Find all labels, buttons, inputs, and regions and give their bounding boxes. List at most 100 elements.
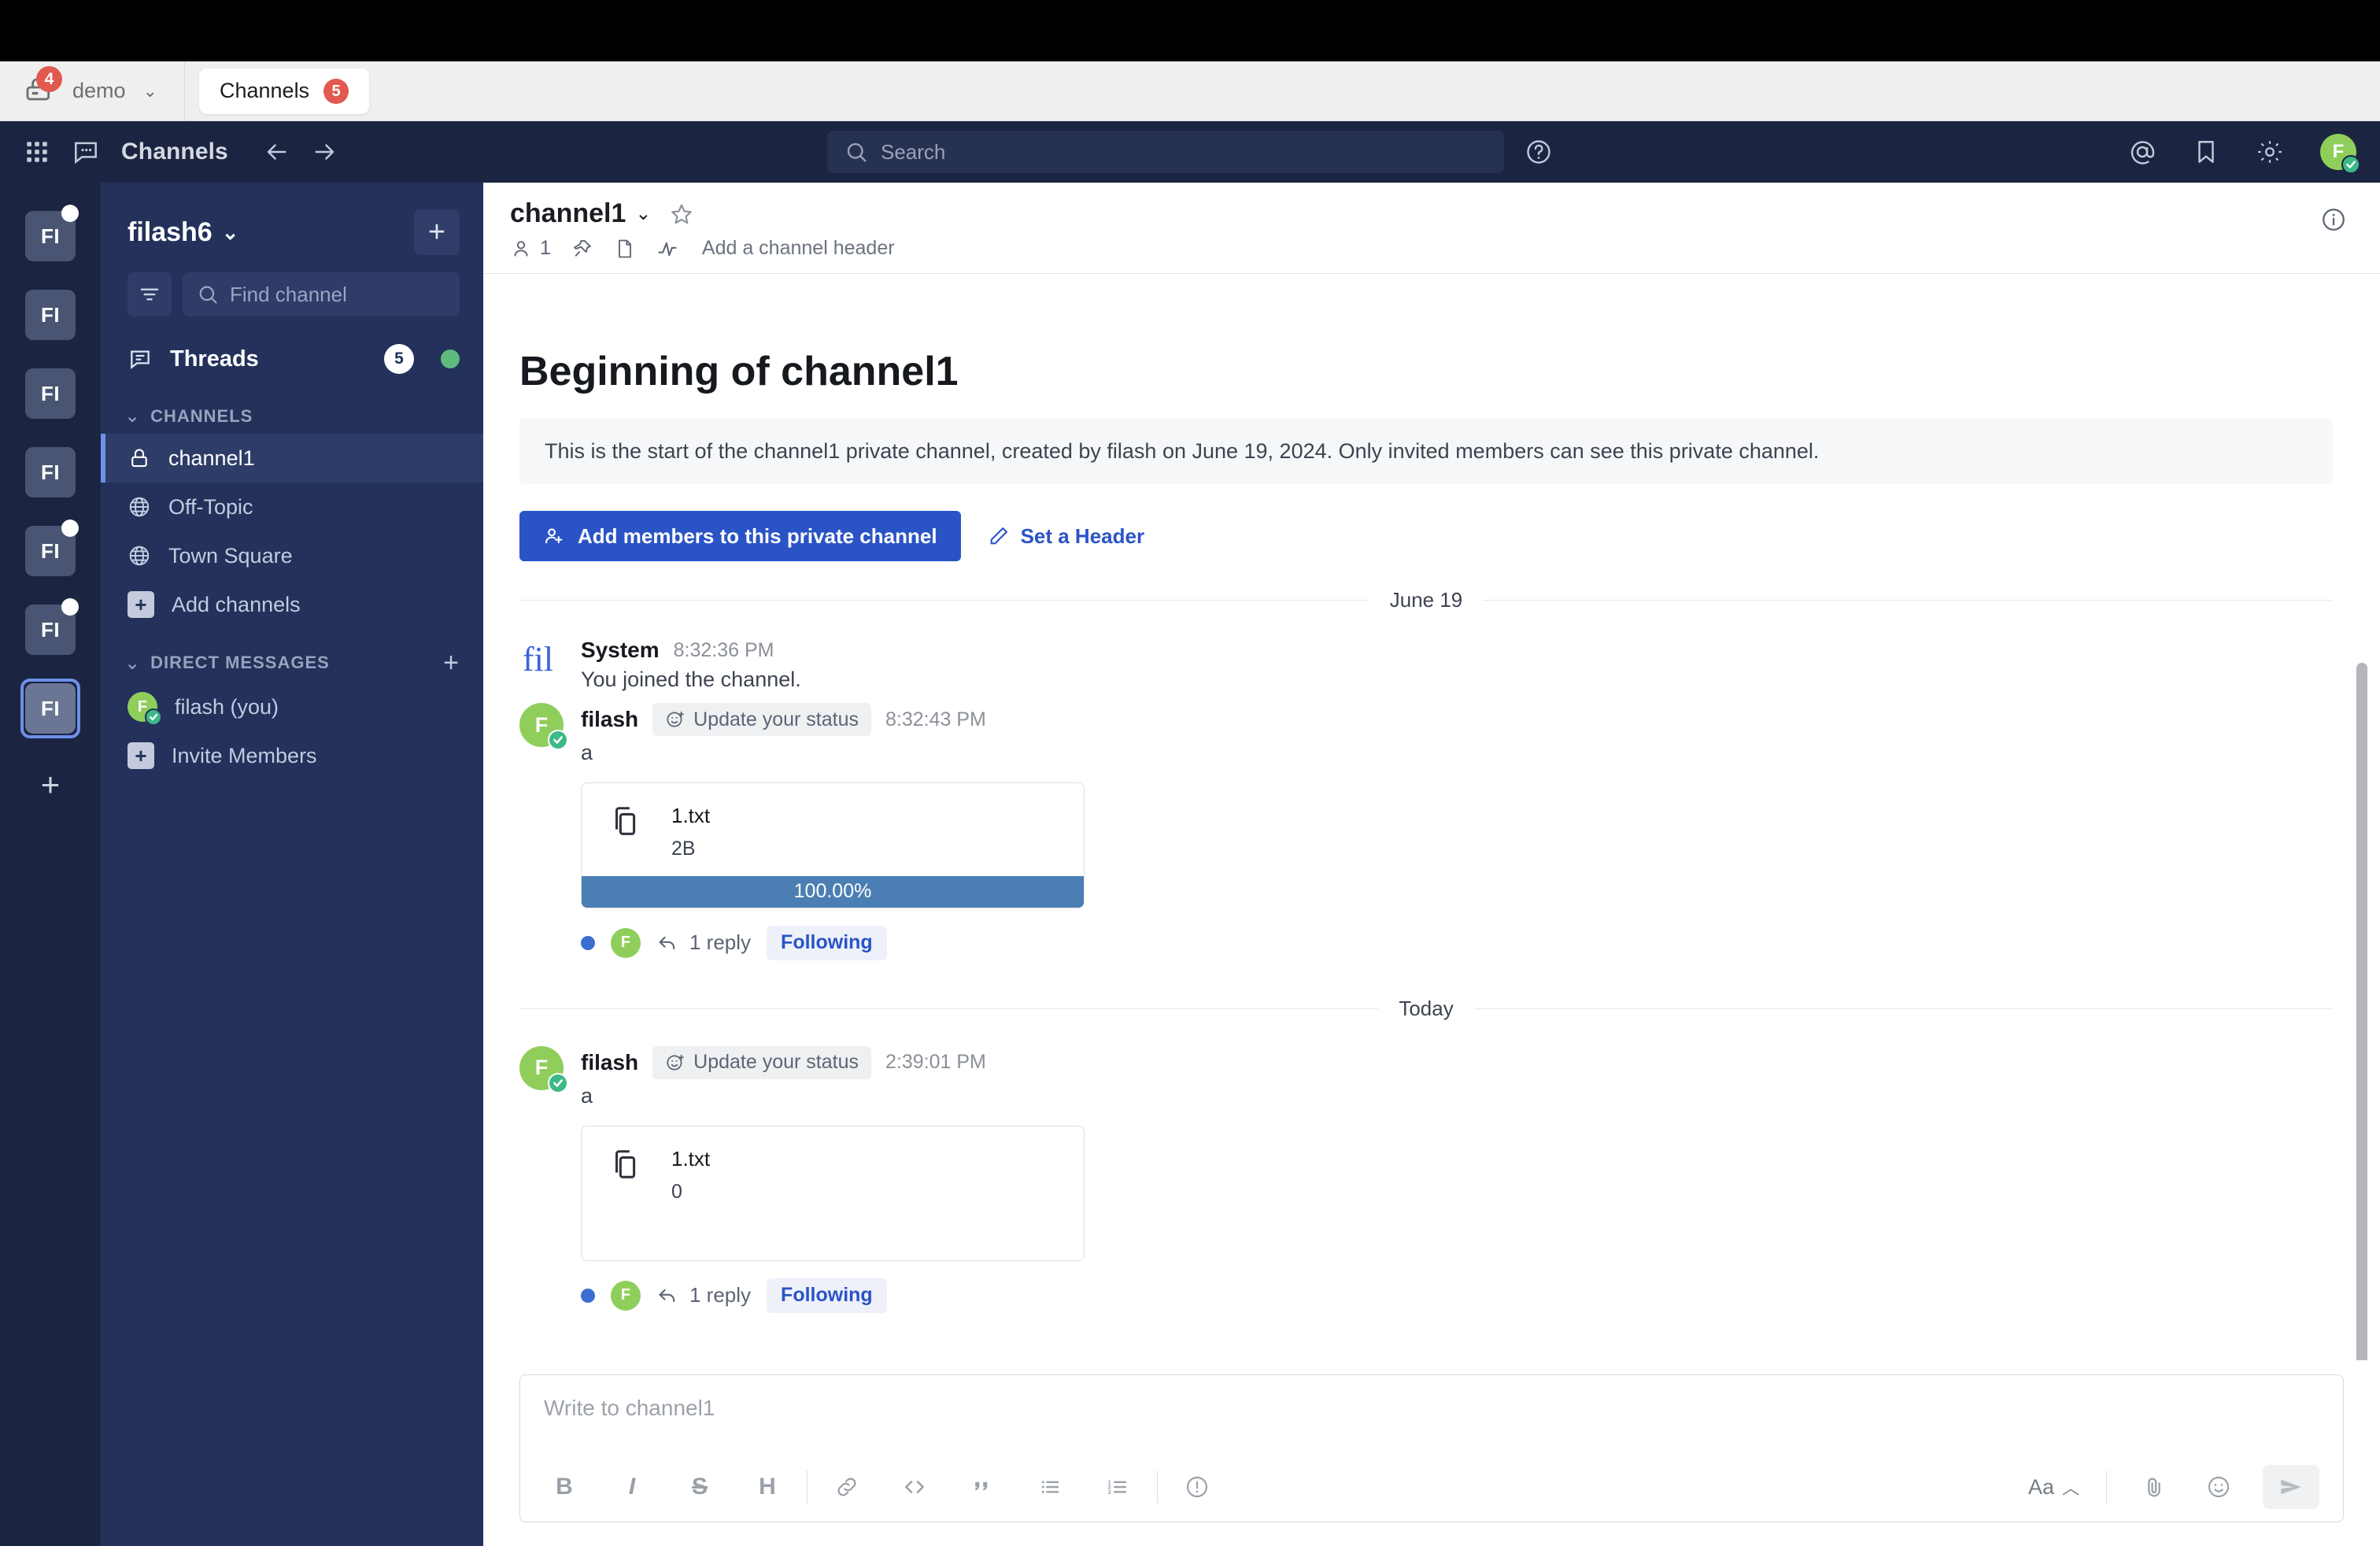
message-composer[interactable]: Write to channel1 B I S H 1 2 3 Aa ︿ [519,1374,2344,1522]
sidebar-item-add-channels[interactable]: + Add channels [101,580,483,629]
search-placeholder: Search [881,139,946,164]
status-badge [548,730,568,750]
pin-icon[interactable] [571,238,593,260]
apps-grid-icon[interactable] [24,139,50,165]
post-timestamp: 2:39:01 PM [885,1051,986,1073]
sidebar-item-channel1[interactable]: channel1 [101,434,483,483]
files-icon[interactable] [614,238,636,260]
team-initials: FI [25,368,76,419]
chevron-up-icon: ︿ [2061,1478,2079,1498]
channel-main: channel1 ⌄ 1 Add a channel header Beginn… [483,183,2380,1546]
reply-arrow-icon [656,932,678,954]
svg-text:fil: fil [523,640,553,679]
browse-or-create-channel-button[interactable]: + [414,209,460,255]
channel-info-icon[interactable] [2320,206,2347,233]
scrollbar-thumb[interactable] [2356,663,2367,1360]
formatting-toggle-button[interactable]: Aa ︿ [2028,1474,2079,1500]
heading-button[interactable]: H [747,1466,788,1507]
team-button[interactable]: FI [20,364,80,423]
add-channel-header-button[interactable]: Add a channel header [702,237,895,260]
sidebar-section-channels[interactable]: ⌄ CHANNELS [101,384,483,434]
ordered-list-icon[interactable]: 123 [1097,1466,1138,1507]
tab-channels[interactable]: Channels 5 [198,68,370,114]
emoji-plus-icon [665,1052,686,1073]
find-channel-input[interactable]: Find channel [183,272,460,316]
bold-button[interactable]: B [544,1466,585,1507]
team-unread-dot [61,520,79,537]
bookmark-icon[interactable] [2193,139,2219,165]
help-circle-icon[interactable] [1524,138,1553,166]
file-icon [608,1147,645,1183]
file-attachment-card[interactable]: 1.txt 2B 100.00% [581,782,1085,908]
post: F filash [519,695,2333,963]
team-button-selected[interactable]: FI [20,679,80,738]
file-name: 1.txt [671,804,711,827]
avatar[interactable]: F [519,703,568,750]
sidebar-item-invite-members[interactable]: + Invite Members [101,731,483,780]
channel-title[interactable]: channel1 ⌄ [510,198,652,229]
post-author[interactable]: filash [581,707,638,732]
update-status-button[interactable]: Update your status [652,703,871,736]
search-input[interactable]: Search [827,131,1504,173]
thread-summary[interactable]: F 1 reply Following [581,925,2333,960]
update-status-button[interactable]: Update your status [652,1045,871,1079]
channel-members-button[interactable]: 1 [510,237,551,260]
strikethrough-button[interactable]: S [679,1466,720,1507]
add-user-icon [543,525,565,547]
following-badge[interactable]: Following [767,925,887,960]
following-badge[interactable]: Following [767,1278,887,1313]
date-divider: June 19 [519,588,2333,612]
sidebar-item-label: Town Square [168,543,293,568]
add-direct-message-button[interactable]: + [443,649,460,676]
post-text: You joined the channel. [581,668,2333,692]
back-arrow-icon[interactable] [263,139,290,165]
paperclip-icon[interactable] [2134,1466,2175,1507]
sidebar-section-direct-messages[interactable]: ⌄ DIRECT MESSAGES + [101,629,483,682]
server-selector[interactable]: 4 demo ⌄ [0,61,185,121]
sidebar-team-header[interactable]: filash6 ⌄ [128,217,239,248]
gear-icon[interactable] [2256,138,2284,166]
favorite-star-icon[interactable] [669,202,694,227]
sidebar-item-dm-filash[interactable]: F filash (you) [101,682,483,731]
sidebar-item-town-square[interactable]: Town Square [101,531,483,580]
team-button[interactable]: FI [20,442,80,502]
link-icon[interactable] [826,1466,867,1507]
thread-reply-count[interactable]: 1 reply [656,1283,751,1307]
sidebar-item-threads[interactable]: Threads 5 [101,334,483,384]
add-team-button[interactable]: + [41,768,61,801]
avatar[interactable]: F [2320,134,2360,174]
status-badge [2341,155,2360,174]
chevron-down-icon: ⌄ [635,203,652,224]
bullet-list-icon[interactable] [1029,1466,1070,1507]
team-button[interactable]: FI [20,598,80,660]
message-scrollbar[interactable] [2356,524,2367,1360]
code-icon[interactable] [894,1466,935,1507]
channel-name: channel1 [510,198,626,228]
forward-arrow-icon[interactable] [312,139,338,165]
italic-button[interactable]: I [612,1466,652,1507]
plus-square-icon: + [128,742,154,769]
server-unread-badge: 4 [36,65,62,92]
thread-summary[interactable]: F 1 reply Following [581,1278,2333,1313]
avatar[interactable]: F [519,1045,568,1093]
team-button[interactable]: FI [20,520,80,581]
thread-reply-count[interactable]: 1 reply [656,930,751,955]
at-mention-icon[interactable] [2128,138,2156,166]
sidebar-item-off-topic[interactable]: Off-Topic [101,483,483,531]
team-button[interactable]: FI [20,285,80,345]
channel-insights-icon[interactable] [656,238,678,260]
info-circle-icon[interactable] [1177,1466,1218,1507]
file-attachment-card[interactable]: 1.txt 0 [581,1125,1085,1261]
team-button[interactable]: FI [20,205,80,266]
message-input[interactable]: Write to channel1 [544,1396,2319,1465]
set-header-button[interactable]: Set a Header [988,524,1144,549]
emoji-icon[interactable] [2198,1466,2239,1507]
filter-icon[interactable] [128,272,172,316]
threads-icon [128,346,153,372]
team-initials: FI [25,683,76,734]
send-button[interactable] [2263,1465,2319,1509]
add-members-button[interactable]: Add members to this private channel [519,511,961,561]
quote-icon[interactable] [962,1466,1003,1507]
post-author[interactable]: filash [581,1050,638,1075]
threads-unread-dot [441,350,460,368]
